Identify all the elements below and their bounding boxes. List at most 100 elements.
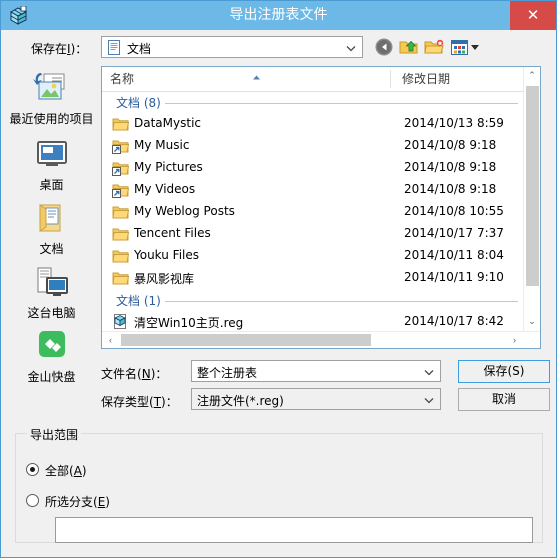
file-name-value: 整个注册表 <box>197 366 258 380</box>
table-row[interactable]: 暴风影视库 2014/10/11 9:10 <box>102 267 524 289</box>
scroll-left-button[interactable]: ‹ <box>102 332 119 348</box>
table-row[interactable]: Tencent Files 2014/10/17 7:37 <box>102 223 524 245</box>
save-in-row: 保存在I)： 文档 <box>1 30 556 66</box>
table-row[interactable]: 清空Win10主页.reg 2014/10/17 8:42 <box>102 311 524 331</box>
reg-file-icon <box>112 314 129 330</box>
save-in-value: 文档 <box>127 42 152 56</box>
folder-shortcut-icon <box>112 182 130 198</box>
sidebar-item-label: 金山快盘 <box>27 370 76 384</box>
sidebar-item-label: 文档 <box>39 242 64 256</box>
file-type-value: 注册文件(*.reg) <box>197 394 284 408</box>
file-date-cell: 2014/10/8 10:55 <box>404 204 504 218</box>
folder-icon <box>112 116 130 132</box>
sort-ascending-icon <box>252 69 261 80</box>
folder-icon <box>112 226 130 242</box>
file-group-label: 文档 (1) <box>116 292 165 309</box>
file-name-cell: 暴风影视库 <box>134 272 195 286</box>
table-row[interactable]: My Pictures 2014/10/8 9:18 <box>102 157 524 179</box>
horizontal-scrollbar[interactable]: ‹ › <box>102 331 540 348</box>
scroll-down-button[interactable]: ⌄ <box>524 313 540 330</box>
file-date-cell: 2014/10/8 9:18 <box>404 160 497 174</box>
file-name-cell: My Videos <box>134 182 196 196</box>
sidebar-item-documents[interactable]: 文档 <box>2 200 101 256</box>
file-name-cell: My Music <box>134 138 190 152</box>
branch-path-input[interactable] <box>55 517 533 543</box>
table-row[interactable]: Youku Files 2014/10/11 8:04 <box>102 245 524 267</box>
file-date-cell: 2014/10/13 8:59 <box>404 116 504 130</box>
vertical-scroll-thumb[interactable] <box>526 86 539 286</box>
file-name-cell: 清空Win10主页.reg <box>134 316 244 330</box>
sidebar-item-label: 这台电脑 <box>27 306 76 320</box>
file-name-cell: My Weblog Posts <box>134 204 235 218</box>
file-name-cell: DataMystic <box>134 116 201 130</box>
sidebar-item-label: 桌面 <box>39 178 64 192</box>
file-type-label: 保存类型(T)： <box>101 395 178 409</box>
file-list-rows[interactable]: 文档 (8) DataMystic 2014/10/13 8:59 My Music 2… <box>102 91 524 331</box>
views-button[interactable] <box>449 36 483 58</box>
file-list-header: 名称 修改日期 <box>102 67 540 92</box>
documents-icon <box>30 200 74 240</box>
file-date-cell: 2014/10/17 8:42 <box>404 314 504 328</box>
folder-icon <box>112 248 130 264</box>
file-group-header[interactable]: 文档 (1) <box>102 289 524 311</box>
file-date-cell: 2014/10/17 7:37 <box>404 226 504 240</box>
file-name-combobox[interactable]: 整个注册表 <box>191 360 441 382</box>
radio-selected-branch-label: 所选分支(E) <box>45 495 110 509</box>
group-divider <box>116 301 518 302</box>
file-date-cell: 2014/10/11 8:04 <box>404 248 504 262</box>
recent-items-icon <box>30 70 74 110</box>
chevron-down-icon[interactable] <box>344 41 358 55</box>
radio-all-label: 全部(A) <box>45 464 87 478</box>
export-registry-dialog: 导出注册表文件 ✕ 保存在I)： 文档 最近使用的项目 桌面 文档 这台电脑 金… <box>0 0 557 558</box>
radio-indicator <box>26 463 39 476</box>
file-date-cell: 2014/10/8 9:18 <box>404 182 497 196</box>
file-date-cell: 2014/10/11 9:10 <box>404 270 504 284</box>
sidebar-item-recent[interactable]: 最近使用的项目 <box>2 70 101 126</box>
desktop-icon <box>30 136 74 176</box>
save-in-label: 保存在I)： <box>31 42 88 56</box>
group-divider <box>116 103 518 104</box>
vertical-scrollbar[interactable]: ⌃ ⌄ <box>523 67 540 332</box>
cancel-button[interactable]: 取消 <box>458 388 550 411</box>
documents-folder-icon <box>107 40 122 56</box>
chevron-down-icon[interactable] <box>422 365 436 379</box>
export-range-title: 导出范围 <box>27 426 82 443</box>
new-folder-button[interactable] <box>423 36 445 58</box>
chevron-down-icon[interactable] <box>422 393 436 407</box>
scroll-up-button[interactable]: ⌃ <box>524 67 540 84</box>
close-button[interactable]: ✕ <box>510 1 556 30</box>
column-header-name[interactable]: 名称 <box>110 67 134 91</box>
folder-icon <box>112 204 130 220</box>
places-sidebar: 最近使用的项目 桌面 文档 这台电脑 金山快盘 <box>2 66 101 384</box>
back-button[interactable] <box>373 36 395 58</box>
radio-indicator <box>26 494 39 507</box>
table-row[interactable]: My Videos 2014/10/8 9:18 <box>102 179 524 201</box>
up-folder-button[interactable] <box>398 36 420 58</box>
title-bar: 导出注册表文件 ✕ <box>1 1 556 30</box>
file-group-header[interactable]: 文档 (8) <box>102 91 524 113</box>
file-date-cell: 2014/10/8 9:18 <box>404 138 497 152</box>
file-type-combobox[interactable]: 注册文件(*.reg) <box>191 388 441 410</box>
file-name-cell: Tencent Files <box>134 226 211 240</box>
file-group-label: 文档 (8) <box>116 94 165 111</box>
save-button[interactable]: 保存(S) <box>458 360 550 383</box>
table-row[interactable]: DataMystic 2014/10/13 8:59 <box>102 113 524 135</box>
folder-shortcut-icon <box>112 138 130 154</box>
folder-icon <box>112 270 130 286</box>
kingsoft-kuaipan-icon <box>30 328 74 368</box>
column-divider <box>390 70 391 88</box>
column-header-date[interactable]: 修改日期 <box>402 67 450 91</box>
table-row[interactable]: My Weblog Posts 2014/10/8 10:55 <box>102 201 524 223</box>
sidebar-item-kuaipan[interactable]: 金山快盘 <box>2 328 101 384</box>
this-pc-icon <box>30 264 74 304</box>
sidebar-item-label: 最近使用的项目 <box>9 112 94 126</box>
horizontal-scroll-thumb[interactable] <box>121 334 371 346</box>
sidebar-item-this-pc[interactable]: 这台电脑 <box>2 264 101 320</box>
save-in-combobox[interactable]: 文档 <box>101 36 363 58</box>
window-title: 导出注册表文件 <box>229 7 328 23</box>
sidebar-item-desktop[interactable]: 桌面 <box>2 136 101 192</box>
table-row[interactable]: My Music 2014/10/8 9:18 <box>102 135 524 157</box>
file-name-cell: Youku Files <box>134 248 200 262</box>
folder-shortcut-icon <box>112 160 130 176</box>
scroll-right-button[interactable]: › <box>506 332 523 348</box>
